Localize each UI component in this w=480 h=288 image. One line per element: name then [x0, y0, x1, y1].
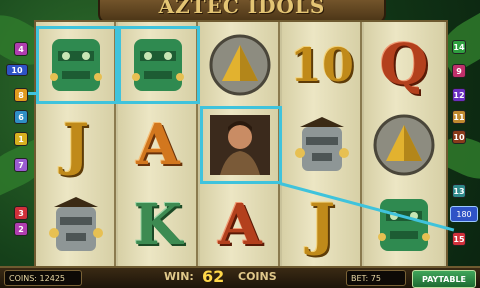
letter-j-symbol: J	[308, 192, 336, 258]
reel-4: 10 J	[282, 22, 362, 268]
payline-marker-right[interactable]: 10	[452, 130, 466, 144]
win-unit: COINS	[238, 270, 277, 283]
reel-2-symbol-2: A	[120, 108, 196, 182]
reel-3-symbol-3: A	[202, 188, 278, 262]
payline-marker-left[interactable]: 6	[14, 110, 28, 124]
payline-marker-right[interactable]: 9	[452, 64, 466, 78]
paytable-button[interactable]: PAYTABLE	[412, 270, 476, 288]
payline-marker-left[interactable]: 8	[14, 88, 28, 102]
reel-4-symbol-3: J	[284, 188, 360, 262]
win-amount: 62	[202, 267, 225, 286]
payline-marker-left[interactable]: 4	[14, 42, 28, 56]
reel-5-symbol-1: Q	[366, 28, 442, 102]
win-label: WIN:	[164, 270, 194, 283]
payline-marker-left[interactable]: 10	[6, 64, 28, 76]
payline-marker-left[interactable]: 2	[14, 222, 28, 236]
line-win-amount-badge: 180	[450, 206, 478, 222]
letter-a-symbol: A	[218, 192, 262, 258]
number-10-symbol: 10	[289, 38, 354, 92]
pyramid-coin-icon	[202, 28, 278, 102]
payline-marker-right[interactable]: 12	[452, 88, 466, 102]
reel-area: J A K A 10 J Q	[14, 20, 455, 270]
coins-balance-display: COINS: 12425	[4, 270, 82, 286]
payline-marker-left[interactable]: 7	[14, 158, 28, 172]
reel-4-symbol-1: 10	[284, 28, 360, 102]
payline-marker-right[interactable]: 13	[452, 184, 466, 198]
game-title: AZTEC IDOLS	[158, 0, 326, 18]
payline-marker-right[interactable]: 11	[452, 110, 466, 124]
letter-q-symbol: Q	[379, 32, 429, 98]
slot-game-screen: AZTEC IDOLS J A K A 10 J Q 4 10 8 6 1 7 …	[0, 0, 480, 288]
winning-symbol-highlight	[200, 106, 282, 184]
winning-symbol-highlight	[118, 26, 200, 104]
payline-marker-right[interactable]: 14	[452, 40, 466, 54]
winning-symbol-highlight	[36, 26, 118, 104]
pyramid-coin-icon	[366, 108, 442, 182]
gray-mask-idol-icon	[38, 188, 114, 262]
payline-marker-right[interactable]: 15	[452, 232, 466, 246]
payline-marker-left[interactable]: 1	[14, 132, 28, 146]
letter-j-symbol: J	[62, 112, 90, 178]
reel-2-symbol-3: K	[120, 188, 196, 262]
reel-1-symbol-2: J	[38, 108, 114, 182]
status-bar: COINS: 12425 WIN: 62 COINS BET: 75 PAYTA…	[0, 266, 480, 288]
letter-k-symbol: K	[133, 192, 183, 258]
bet-display[interactable]: BET: 75	[346, 270, 406, 286]
gray-mask-idol-icon	[284, 108, 360, 182]
reel-5: Q	[364, 22, 444, 268]
payline-marker-left[interactable]: 3	[14, 206, 28, 220]
letter-a-symbol: A	[136, 112, 180, 178]
